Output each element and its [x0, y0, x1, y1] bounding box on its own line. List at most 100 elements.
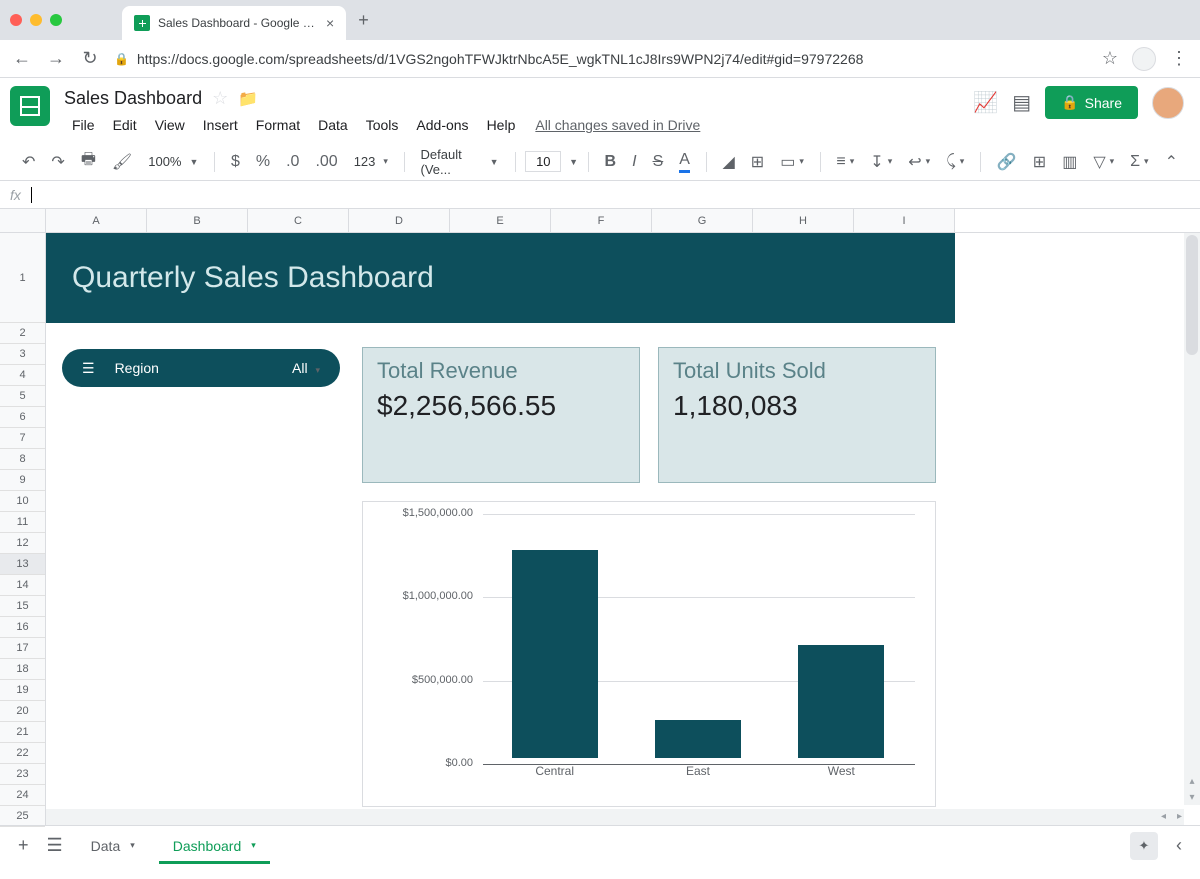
back-button[interactable]: ← [12, 48, 32, 69]
v-align-button[interactable]: ↧▾ [864, 148, 898, 176]
functions-button[interactable]: Σ▾ [1124, 149, 1154, 175]
row-header[interactable]: 13 [0, 554, 45, 575]
collapse-toolbar-icon[interactable]: ⌃ [1159, 148, 1184, 176]
menu-data[interactable]: Data [310, 113, 356, 137]
font-select[interactable]: Default (Ve...▼ [415, 145, 505, 179]
italic-button[interactable]: I [626, 149, 642, 175]
close-tab-icon[interactable]: × [326, 15, 334, 31]
bold-button[interactable]: B [599, 149, 623, 175]
zoom-select[interactable]: 100%▼ [142, 152, 204, 171]
bar-chart[interactable]: $0.00$500,000.00$1,000,000.00$1,500,000.… [362, 501, 936, 807]
currency-button[interactable]: $ [225, 149, 246, 175]
text-rotation-button[interactable]: ⤹▾ [940, 149, 970, 175]
col-header[interactable]: G [652, 209, 753, 232]
row-header[interactable]: 1 [0, 233, 45, 323]
sheet-tab-dashboard[interactable]: Dashboard▾ [159, 828, 270, 864]
scroll-up-icon[interactable]: ▴ [1184, 776, 1200, 787]
merge-cells-button[interactable]: ▭▾ [774, 148, 810, 176]
strikethrough-button[interactable]: S [647, 149, 670, 175]
undo-button[interactable]: ↶ [16, 148, 41, 176]
row-header[interactable]: 24 [0, 785, 45, 806]
scroll-down-icon[interactable]: ▾ [1184, 792, 1200, 803]
row-header[interactable]: 4 [0, 365, 45, 386]
row-header[interactable]: 25 [0, 806, 45, 827]
insert-chart-button[interactable]: ▥ [1056, 148, 1083, 176]
col-header[interactable]: B [147, 209, 248, 232]
new-tab-button[interactable]: + [346, 10, 381, 31]
row-header[interactable]: 6 [0, 407, 45, 428]
row-header[interactable]: 16 [0, 617, 45, 638]
scroll-left-icon[interactable]: ◂ [1161, 809, 1166, 825]
col-header[interactable]: C [248, 209, 349, 232]
account-avatar[interactable] [1152, 87, 1184, 119]
col-header[interactable]: A [46, 209, 147, 232]
grid-content[interactable]: Quarterly Sales Dashboard ☰ Region All ▾… [46, 233, 1200, 825]
row-header[interactable]: 22 [0, 743, 45, 764]
row-header[interactable]: 20 [0, 701, 45, 722]
forward-button[interactable]: → [46, 48, 66, 69]
reload-button[interactable]: ↻ [80, 48, 100, 69]
row-header[interactable]: 21 [0, 722, 45, 743]
redo-button[interactable]: ↷ [45, 148, 70, 176]
menu-insert[interactable]: Insert [195, 113, 246, 137]
col-header[interactable]: E [450, 209, 551, 232]
browser-tab[interactable]: Sales Dashboard - Google She × [122, 6, 346, 40]
row-header[interactable]: 14 [0, 575, 45, 596]
vertical-scrollbar[interactable]: ▴ ▾ [1184, 233, 1200, 805]
menu-tools[interactable]: Tools [358, 113, 407, 137]
maximize-window[interactable] [50, 14, 62, 26]
insert-comment-button[interactable]: ⊞ [1027, 148, 1052, 176]
minimize-window[interactable] [30, 14, 42, 26]
row-header[interactable]: 23 [0, 764, 45, 785]
comments-icon[interactable]: ▤ [1012, 90, 1031, 115]
close-window[interactable] [10, 14, 22, 26]
side-panel-toggle[interactable]: ‹ [1172, 831, 1186, 860]
percent-button[interactable]: % [250, 149, 276, 175]
region-filter[interactable]: ☰ Region All ▾ [62, 349, 340, 387]
bookmark-icon[interactable]: ☆ [1102, 48, 1118, 69]
col-header[interactable]: F [551, 209, 652, 232]
row-header[interactable]: 10 [0, 491, 45, 512]
save-status[interactable]: All changes saved in Drive [535, 117, 700, 133]
menu-edit[interactable]: Edit [105, 113, 145, 137]
h-align-button[interactable]: ≡▾ [830, 149, 860, 175]
menu-addons[interactable]: Add-ons [408, 113, 476, 137]
col-header[interactable]: D [349, 209, 450, 232]
row-header[interactable]: 18 [0, 659, 45, 680]
row-header[interactable]: 19 [0, 680, 45, 701]
row-header[interactable]: 17 [0, 638, 45, 659]
scroll-right-icon[interactable]: ▸ [1177, 809, 1182, 825]
row-header[interactable]: 3 [0, 344, 45, 365]
number-format-select[interactable]: 123▾ [348, 152, 394, 171]
star-document-icon[interactable]: ☆ [212, 88, 228, 109]
sheet-tab-data[interactable]: Data▾ [77, 828, 149, 864]
row-header[interactable]: 15 [0, 596, 45, 617]
insert-link-button[interactable]: 🔗 [991, 148, 1023, 176]
fill-color-button[interactable]: ◢ [716, 148, 740, 176]
filter-button[interactable]: ▽▾ [1087, 148, 1120, 176]
print-button[interactable]: 🖶 [75, 144, 102, 179]
row-header[interactable]: 11 [0, 512, 45, 533]
profile-avatar[interactable] [1132, 47, 1156, 71]
borders-button[interactable]: ⊞ [745, 148, 770, 176]
activity-icon[interactable]: 📈 [973, 90, 998, 115]
select-all-corner[interactable] [0, 209, 46, 232]
explore-button[interactable]: ✦ [1130, 832, 1158, 860]
col-header[interactable]: I [854, 209, 955, 232]
decimal-decrease-button[interactable]: .0 [280, 149, 305, 175]
menu-view[interactable]: View [147, 113, 193, 137]
share-button[interactable]: 🔒 Share [1045, 86, 1138, 119]
menu-file[interactable]: File [64, 113, 103, 137]
move-folder-icon[interactable]: 📁 [238, 89, 258, 109]
text-wrap-button[interactable]: ↩▾ [902, 148, 936, 176]
menu-help[interactable]: Help [479, 113, 524, 137]
decimal-increase-button[interactable]: .00 [309, 149, 343, 175]
paint-format-button[interactable]: 🖌 [106, 148, 138, 176]
sheets-logo-icon[interactable] [10, 86, 50, 126]
col-header[interactable]: H [753, 209, 854, 232]
row-header[interactable]: 2 [0, 323, 45, 344]
menu-format[interactable]: Format [248, 113, 308, 137]
scroll-thumb[interactable] [1186, 235, 1198, 355]
all-sheets-button[interactable]: ☰ [43, 831, 67, 860]
document-title[interactable]: Sales Dashboard [64, 88, 202, 109]
